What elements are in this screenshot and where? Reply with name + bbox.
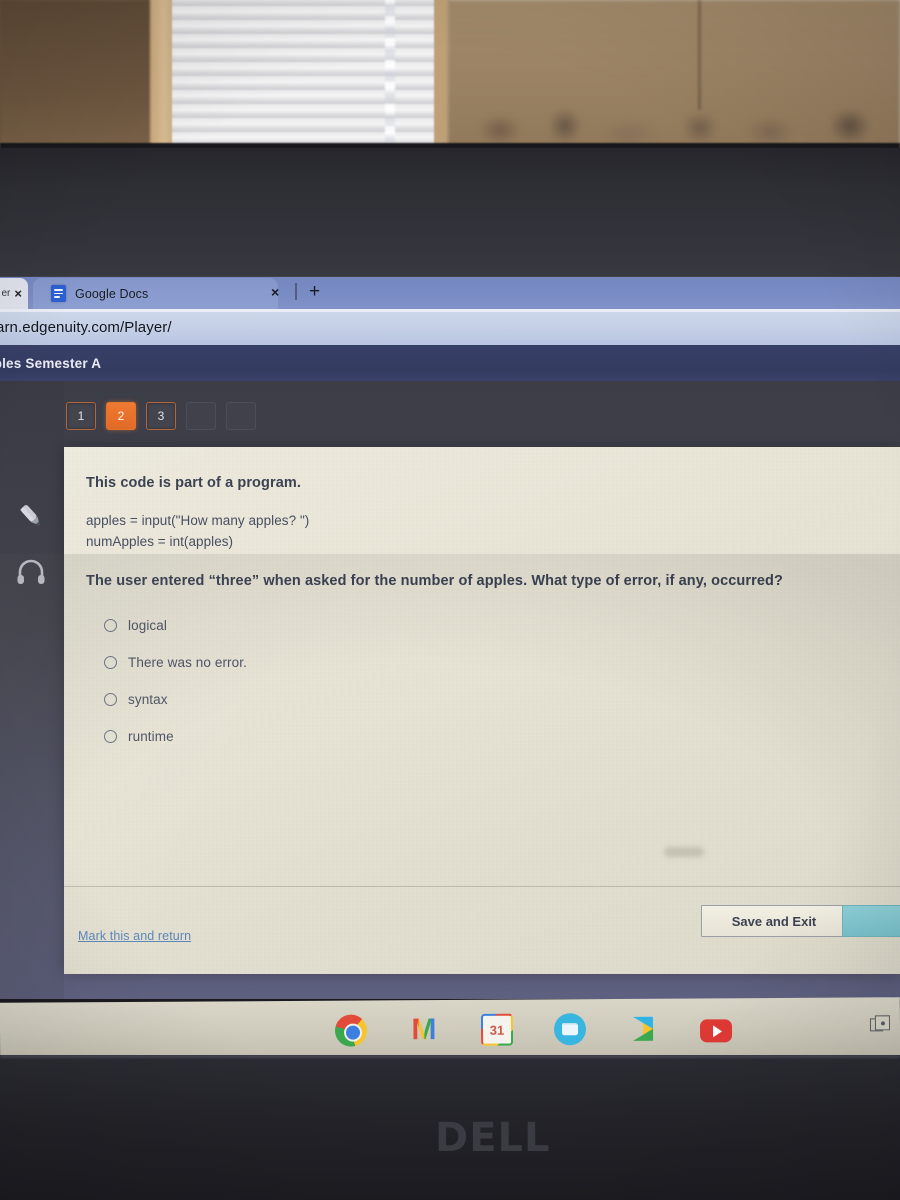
laptop-top-bezel <box>0 148 900 369</box>
question-card: This code is part of a program. apples =… <box>64 447 900 974</box>
tools-rail <box>0 381 64 999</box>
answer-choice[interactable]: runtime <box>104 718 866 755</box>
question-number-button[interactable]: 1 <box>66 402 96 430</box>
answer-choice-label: There was no error. <box>128 654 247 670</box>
screen-smudge <box>664 847 704 857</box>
files-icon[interactable] <box>553 1013 587 1046</box>
mark-this-and-return-link[interactable]: Mark this and return <box>78 929 191 943</box>
answer-choice[interactable]: logical <box>104 607 866 644</box>
answer-choice-label: syntax <box>128 691 168 707</box>
course-title: ciples Semester A <box>0 355 102 371</box>
youtube-icon[interactable] <box>699 1019 733 1043</box>
blind-cord <box>385 0 395 156</box>
code-line: numApples = int(apples) <box>86 533 234 549</box>
play-store-icon[interactable] <box>627 1013 659 1045</box>
window-overview-icon[interactable] <box>869 1015 892 1037</box>
save-and-exit-button[interactable]: Save and Exit <box>701 905 847 937</box>
laptop-photo: er × Google Docs × + arn.edgenuity.com/P… <box>0 0 900 1200</box>
radio-button-icon[interactable] <box>104 729 117 743</box>
radio-button-icon[interactable] <box>104 655 117 669</box>
new-tab-icon[interactable]: + <box>309 282 320 301</box>
browser-tab-strip: er × Google Docs × + <box>0 277 900 309</box>
dell-logo: DELL <box>435 1115 551 1161</box>
radio-button-icon[interactable] <box>104 618 117 632</box>
browser-tab-previous[interactable]: er × <box>0 278 28 309</box>
question-number-button[interactable]: 3 <box>146 402 176 430</box>
answer-choice[interactable]: There was no error. <box>104 644 866 681</box>
answer-choice-label: logical <box>128 617 167 633</box>
answer-choice[interactable]: syntax <box>104 681 866 718</box>
card-footer: Mark this and return Save and Exit <box>64 886 900 974</box>
browser-tab-google-docs[interactable]: Google Docs <box>33 278 278 309</box>
code-snippet: apples = input("How many apples? ") numA… <box>86 511 866 553</box>
close-icon[interactable]: × <box>14 287 22 300</box>
code-line: apples = input("How many apples? ") <box>86 513 310 528</box>
next-button[interactable] <box>842 905 900 937</box>
address-bar[interactable]: arn.edgenuity.com/Player/ <box>0 309 900 345</box>
taskbar <box>0 997 900 1061</box>
url-text: arn.edgenuity.com/Player/ <box>0 318 172 336</box>
google-docs-icon <box>51 285 66 302</box>
question-heading: This code is part of a program. <box>86 475 301 491</box>
question-number-button-disabled <box>226 402 256 430</box>
tab-previous-label: er <box>1 288 11 299</box>
close-icon[interactable]: × <box>271 284 279 300</box>
taskbar-icons <box>334 1012 733 1047</box>
wall-seam <box>698 0 701 110</box>
tab-title: Google Docs <box>75 286 149 301</box>
highlighter-pencil-icon[interactable] <box>12 497 50 535</box>
course-header: ciples Semester A <box>0 345 900 381</box>
gmail-icon[interactable] <box>408 1014 440 1046</box>
tab-divider <box>295 283 297 300</box>
question-number-button-disabled <box>186 402 216 430</box>
radio-button-icon[interactable] <box>104 692 117 706</box>
headphones-icon[interactable] <box>12 553 50 591</box>
question-number-button-active[interactable]: 2 <box>106 402 136 430</box>
answer-choices: logical There was no error. syntax runti… <box>86 607 866 755</box>
chrome-icon[interactable] <box>334 1014 368 1047</box>
calendar-icon[interactable] <box>480 1013 514 1046</box>
room-background <box>0 0 900 160</box>
left-wall <box>0 0 155 160</box>
question-number-nav[interactable]: 1 2 3 <box>66 402 256 430</box>
question-prompt: The user entered “three” when asked for … <box>86 572 783 589</box>
answer-choice-label: runtime <box>128 728 174 744</box>
laptop-screen: er × Google Docs × + arn.edgenuity.com/P… <box>0 277 900 999</box>
